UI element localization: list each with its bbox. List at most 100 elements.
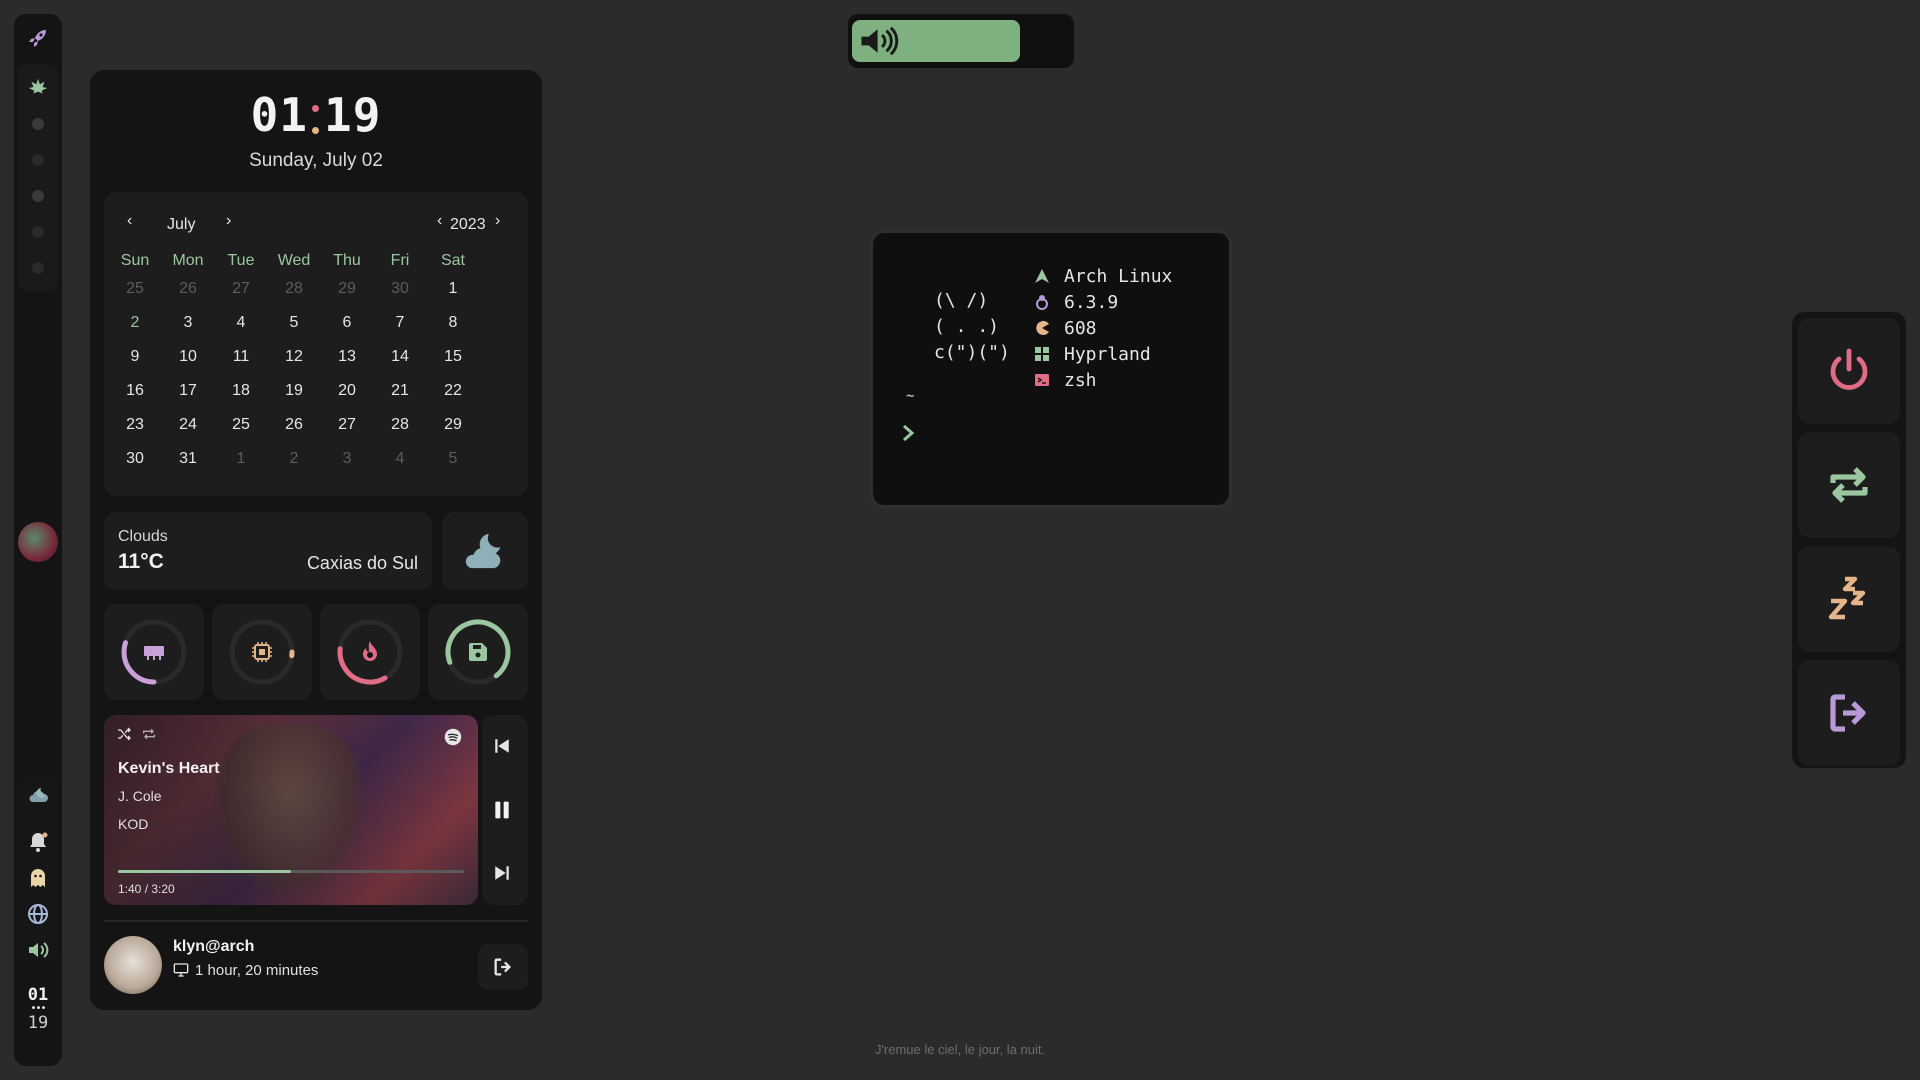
shutdown-button[interactable] <box>1798 318 1900 424</box>
calendar-day[interactable]: 31 <box>163 450 213 468</box>
globe-icon[interactable] <box>26 902 50 926</box>
music-player <box>104 715 478 905</box>
monitor-icon <box>173 963 189 977</box>
workspace-dot[interactable] <box>32 262 44 274</box>
calendar-day[interactable]: 1 <box>216 450 266 468</box>
calendar-day[interactable]: 27 <box>322 416 372 434</box>
calendar-day[interactable]: 19 <box>269 382 319 400</box>
calendar-day[interactable]: 21 <box>375 382 425 400</box>
terminal-icon <box>1035 374 1049 386</box>
calendar-day[interactable]: 5 <box>269 314 319 332</box>
calendar-day[interactable]: 12 <box>269 348 319 366</box>
calendar-day[interactable]: 22 <box>428 382 478 400</box>
spotify-icon <box>444 728 462 746</box>
calendar-day[interactable]: 29 <box>322 280 372 298</box>
calendar-day[interactable]: 27 <box>216 280 266 298</box>
terminal-cwd: ~ <box>906 388 915 404</box>
calendar-day[interactable]: 2 <box>110 314 160 332</box>
notification-bell-icon[interactable] <box>26 830 50 854</box>
calendar-day[interactable]: 16 <box>110 382 160 400</box>
calendar-day[interactable]: 3 <box>163 314 213 332</box>
logout-icon <box>494 958 512 976</box>
calendar-day[interactable]: 4 <box>375 450 425 468</box>
fetch-packages: 608 <box>1064 318 1097 339</box>
calendar-day[interactable]: 10 <box>163 348 213 366</box>
clock-minutes: 19 <box>324 88 382 142</box>
calendar-day[interactable]: 14 <box>375 348 425 366</box>
calendar-day[interactable]: 18 <box>216 382 266 400</box>
leaf-icon[interactable] <box>27 77 49 99</box>
calendar-day[interactable]: 17 <box>163 382 213 400</box>
disk-gauge-ring <box>445 619 511 685</box>
ghost-icon[interactable] <box>26 866 50 890</box>
flame-icon <box>363 641 377 661</box>
ascii-art-line: ( . .) <box>934 316 1000 337</box>
calendar-day[interactable]: 8 <box>428 314 478 332</box>
calendar-day[interactable]: 2 <box>269 450 319 468</box>
calendar-day[interactable]: 9 <box>110 348 160 366</box>
pause-icon[interactable] <box>492 800 512 820</box>
next-track-icon[interactable] <box>493 864 511 882</box>
rocket-icon[interactable] <box>26 26 50 50</box>
calendar-day[interactable]: 28 <box>375 416 425 434</box>
track-title: Kevin's Heart <box>118 760 220 777</box>
calendar-day[interactable]: 3 <box>322 450 372 468</box>
disk-icon <box>469 643 487 661</box>
album-art-overlay <box>104 715 478 905</box>
calendar-day[interactable]: 30 <box>110 450 160 468</box>
sleep-icon <box>1828 576 1866 620</box>
calendar-day[interactable]: 7 <box>375 314 425 332</box>
calendar-day[interactable]: 30 <box>375 280 425 298</box>
next-month-button[interactable]: › <box>226 212 231 230</box>
prompt-chevron-icon <box>903 424 915 442</box>
calendar-day[interactable]: 26 <box>163 280 213 298</box>
ascii-art-line: c(")(") <box>934 342 1010 363</box>
calendar-day[interactable]: 24 <box>163 416 213 434</box>
calendar-day[interactable]: 11 <box>216 348 266 366</box>
track-album: KOD <box>118 816 149 832</box>
calendar-day[interactable]: 26 <box>269 416 319 434</box>
clock-hours: 01 <box>250 88 308 142</box>
calendar-day[interactable]: 29 <box>428 416 478 434</box>
calendar-day[interactable]: 1 <box>428 280 478 298</box>
calendar-day[interactable]: 20 <box>322 382 372 400</box>
workspace-dot[interactable] <box>32 154 44 166</box>
workspace-dot[interactable] <box>32 118 44 130</box>
calendar-day[interactable]: 15 <box>428 348 478 366</box>
terminal-window[interactable] <box>870 230 1232 508</box>
bar-clock-hours: 01 <box>27 985 49 1005</box>
repeat-icon[interactable] <box>141 726 157 742</box>
volume-icon[interactable] <box>26 938 50 962</box>
previous-track-icon[interactable] <box>493 737 511 755</box>
workspace-dot[interactable] <box>32 226 44 238</box>
shuffle-icon[interactable] <box>116 726 132 742</box>
workspace-dot[interactable] <box>32 190 44 202</box>
calendar-day[interactable]: 25 <box>110 280 160 298</box>
calendar-day[interactable]: 4 <box>216 314 266 332</box>
weather-icon[interactable] <box>26 784 50 808</box>
cpu-icon <box>252 642 272 662</box>
prev-year-button[interactable]: ‹ <box>437 212 442 230</box>
reboot-button[interactable] <box>1798 432 1900 538</box>
avatar[interactable] <box>18 522 58 562</box>
calendar-day[interactable]: 25 <box>216 416 266 434</box>
track-progress-bar[interactable] <box>118 870 464 873</box>
bar-clock: 01 ••• 19 <box>14 985 62 1033</box>
prev-month-button[interactable]: ‹ <box>127 212 132 230</box>
next-year-button[interactable]: › <box>495 212 500 230</box>
temperature-gauge-ring <box>337 619 403 685</box>
weather-condition: Clouds <box>118 528 168 545</box>
calendar-day[interactable]: 5 <box>428 450 478 468</box>
suspend-button[interactable] <box>1798 546 1900 652</box>
divider <box>104 920 528 922</box>
user-avatar <box>104 936 162 994</box>
calendar-day[interactable]: 6 <box>322 314 372 332</box>
cpu-gauge <box>212 604 312 700</box>
calendar-day[interactable]: 28 <box>269 280 319 298</box>
calendar-day[interactable]: 23 <box>110 416 160 434</box>
logout-power-button[interactable] <box>1798 660 1900 766</box>
fetch-shell: zsh <box>1064 370 1097 391</box>
weekday-label: Sat <box>440 252 465 269</box>
logout-button[interactable] <box>478 944 528 990</box>
calendar-day[interactable]: 13 <box>322 348 372 366</box>
